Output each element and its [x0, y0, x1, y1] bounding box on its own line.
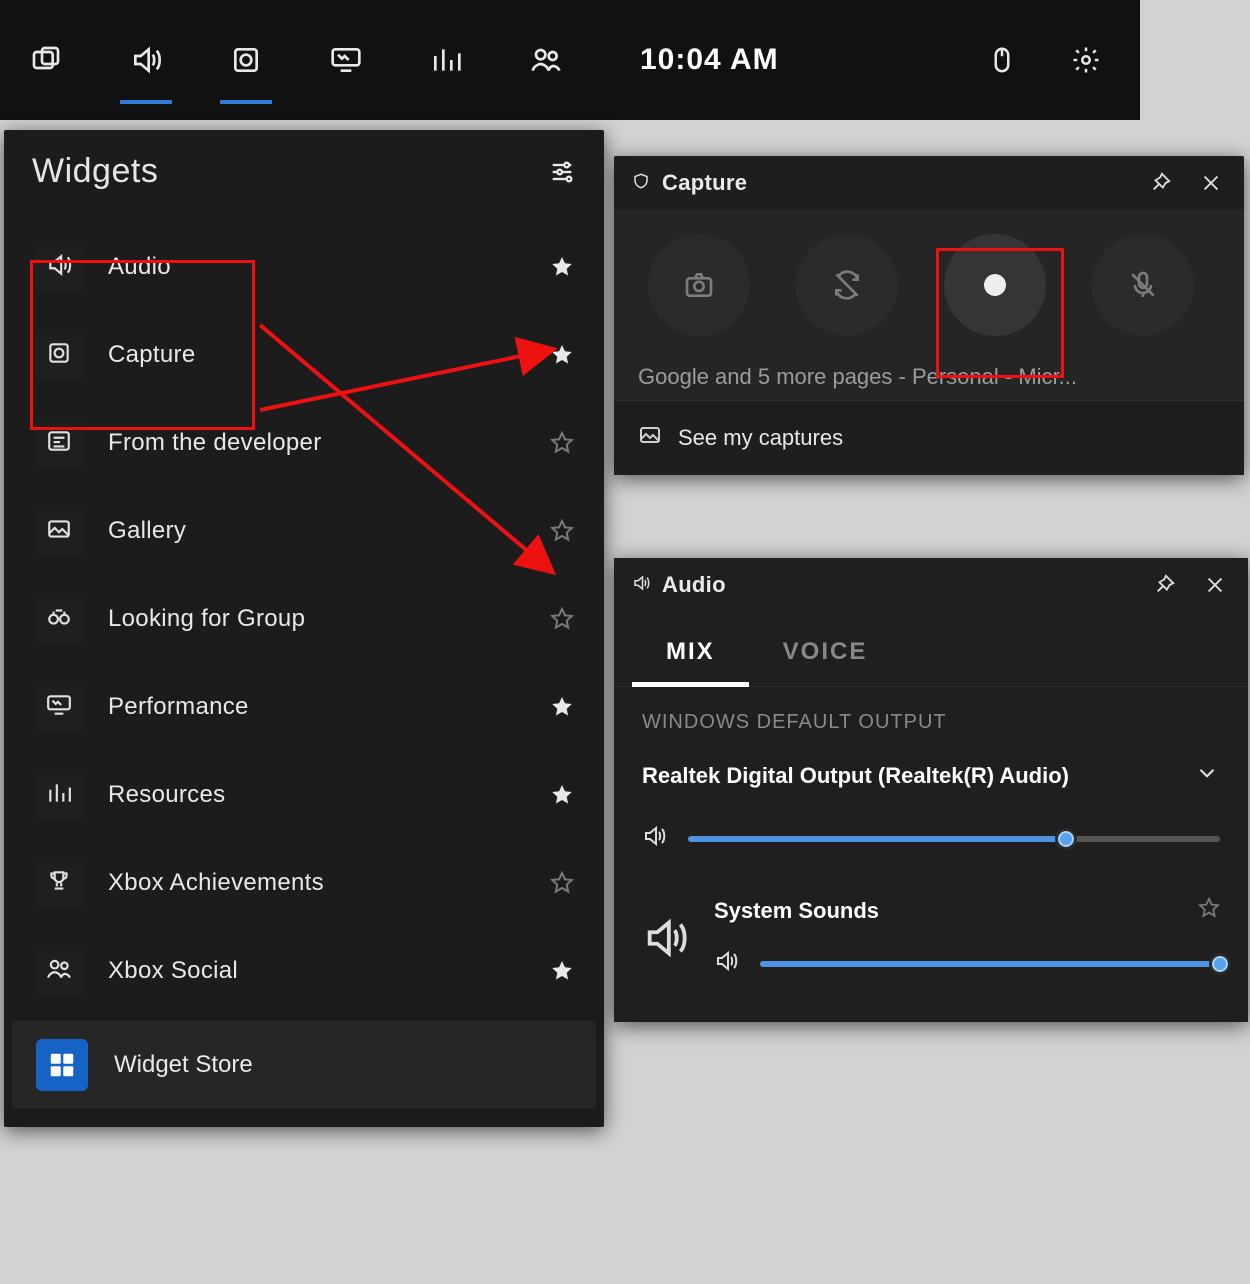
close-button[interactable] — [1192, 164, 1230, 202]
start-recording-button[interactable] — [944, 234, 1046, 336]
capture-panel-title: Capture — [662, 170, 747, 196]
gallery-icon — [46, 516, 72, 547]
capture-target-caption: Google and 5 more pages - Personal - Mic… — [638, 364, 1220, 390]
widget-item-label: Gallery — [108, 517, 186, 545]
tab-mix[interactable]: MIX — [662, 622, 719, 686]
app-volume-slider[interactable] — [760, 961, 1220, 967]
audio-section-label: WINDOWS DEFAULT OUTPUT — [642, 711, 1220, 734]
audio-panel: Audio MIX VOICE WINDOWS DEFAULT OUTPUT R… — [614, 558, 1248, 1022]
news-icon — [46, 428, 72, 459]
store-icon — [36, 1039, 88, 1091]
favorite-star[interactable] — [1198, 897, 1220, 925]
favorite-star[interactable] — [550, 255, 574, 279]
output-device-dropdown[interactable]: Realtek Digital Output (Realtek(R) Audio… — [642, 760, 1220, 792]
shield-icon — [632, 170, 650, 196]
widget-item-label: Performance — [108, 693, 249, 721]
speaker-icon — [632, 572, 650, 598]
gallery-icon — [638, 423, 662, 453]
people-icon — [46, 956, 72, 987]
tab-voice[interactable]: VOICE — [779, 622, 872, 686]
widget-item-label: Looking for Group — [108, 605, 305, 633]
capture-icon — [46, 340, 72, 371]
widget-store-label: Widget Store — [114, 1051, 253, 1079]
trophy-icon — [46, 868, 72, 899]
widgets-menu-button[interactable] — [20, 34, 72, 86]
speaker-icon — [46, 252, 72, 283]
see-my-captures-button[interactable]: See my captures — [614, 400, 1244, 475]
xbox-gamebar-toolbar: 10:04 AM — [0, 0, 1140, 120]
widget-item-label: From the developer — [108, 429, 322, 457]
widget-item-label: Capture — [108, 341, 195, 369]
favorite-star[interactable] — [550, 607, 574, 631]
favorite-star[interactable] — [550, 695, 574, 719]
speaker-icon — [642, 824, 666, 853]
resources-icon — [46, 780, 72, 811]
widget-item-label: Audio — [108, 253, 171, 281]
favorite-star[interactable] — [550, 959, 574, 983]
performance-widget-button[interactable] — [320, 34, 372, 86]
clock-readout: 10:04 AM — [640, 43, 779, 77]
widget-item-resources[interactable]: Resources — [4, 751, 604, 839]
social-widget-button[interactable] — [520, 34, 572, 86]
favorite-star[interactable] — [550, 519, 574, 543]
app-name-label: System Sounds — [714, 898, 879, 924]
audio-panel-title: Audio — [662, 572, 726, 598]
record-last-button[interactable] — [796, 234, 898, 336]
widget-item-audio[interactable]: Audio — [4, 223, 604, 311]
pin-button[interactable] — [1142, 164, 1180, 202]
audio-widget-button[interactable] — [120, 34, 172, 86]
widget-item-gallery[interactable]: Gallery — [4, 487, 604, 575]
output-device-name: Realtek Digital Output (Realtek(R) Audio… — [642, 763, 1069, 789]
widgets-panel: Widgets Audio Capture From the developer… — [4, 130, 604, 1127]
widget-item-from-the-developer[interactable]: From the developer — [4, 399, 604, 487]
widget-item-performance[interactable]: Performance — [4, 663, 604, 751]
widgets-list: Audio Capture From the developer Gallery… — [4, 223, 604, 1015]
pin-button[interactable] — [1146, 566, 1184, 604]
widget-item-label: Xbox Social — [108, 957, 238, 985]
widget-item-label: Resources — [108, 781, 225, 809]
widget-item-xbox-social[interactable]: Xbox Social — [4, 927, 604, 1015]
speaker-icon — [714, 949, 738, 978]
capture-panel: Capture Google and 5 more pages - Person… — [614, 156, 1244, 475]
favorite-star[interactable] — [550, 431, 574, 455]
widgets-panel-title: Widgets — [32, 152, 158, 191]
favorite-star[interactable] — [550, 871, 574, 895]
mic-toggle-button[interactable] — [1092, 234, 1194, 336]
performance-icon — [46, 692, 72, 723]
screenshot-button[interactable] — [648, 234, 750, 336]
close-button[interactable] — [1196, 566, 1234, 604]
app-speaker-icon — [642, 897, 688, 966]
see-my-captures-label: See my captures — [678, 425, 843, 451]
mouse-indicator-icon — [976, 34, 1028, 86]
record-dot-icon — [984, 274, 1006, 296]
favorite-star[interactable] — [550, 343, 574, 367]
capture-widget-button[interactable] — [220, 34, 272, 86]
chevron-down-icon — [1194, 760, 1220, 792]
widgets-filter-button[interactable] — [548, 158, 576, 186]
master-volume-slider[interactable] — [688, 836, 1220, 842]
widget-store-button[interactable]: Widget Store — [12, 1021, 596, 1109]
binocular-icon — [46, 604, 72, 635]
favorite-star[interactable] — [550, 783, 574, 807]
widget-item-label: Xbox Achievements — [108, 869, 324, 897]
widget-item-capture[interactable]: Capture — [4, 311, 604, 399]
resources-widget-button[interactable] — [420, 34, 472, 86]
widget-item-looking-for-group[interactable]: Looking for Group — [4, 575, 604, 663]
widget-item-xbox-achievements[interactable]: Xbox Achievements — [4, 839, 604, 927]
settings-button[interactable] — [1060, 34, 1112, 86]
